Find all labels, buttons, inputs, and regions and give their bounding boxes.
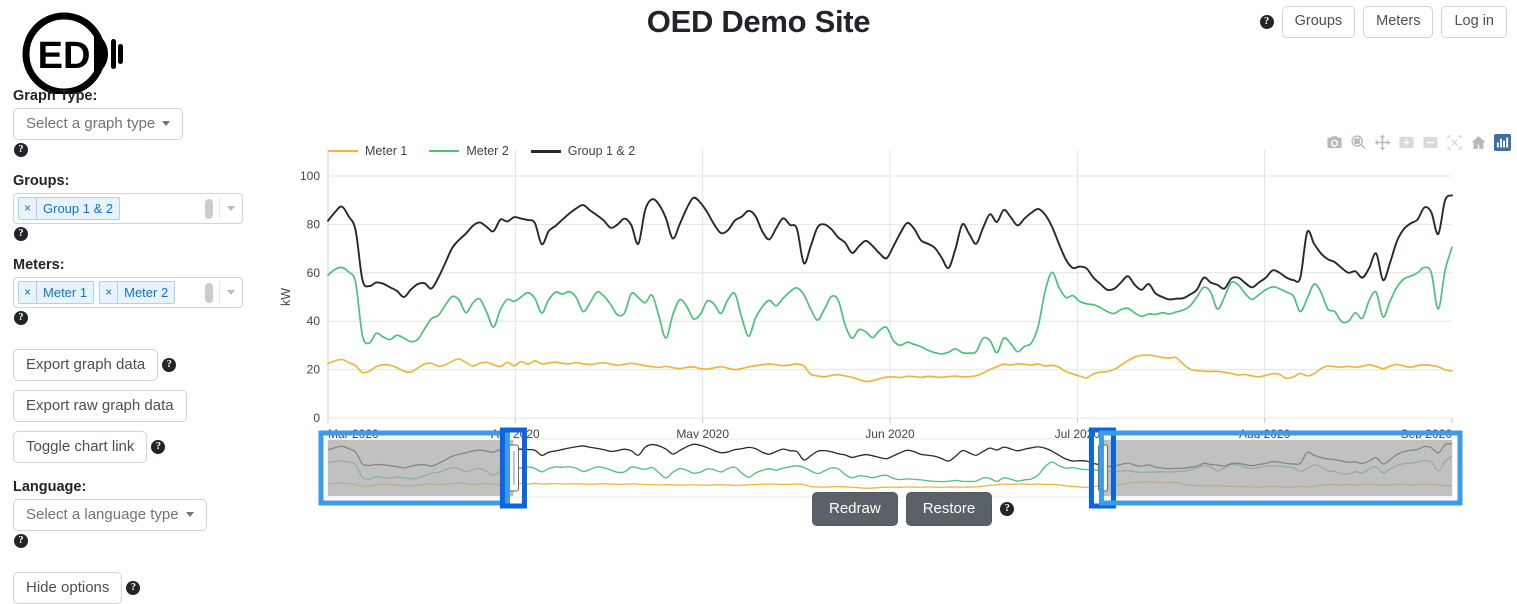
groups-token-list: × Group 1 & 2 <box>14 194 199 223</box>
graph-type-help-icon[interactable]: ? <box>14 142 28 157</box>
meters-token[interactable]: × Meter 1 <box>18 281 95 304</box>
header-actions: ? Groups Meters Log in <box>1259 6 1507 38</box>
restore-button[interactable]: Restore <box>905 492 993 526</box>
export-raw-graph-data-button[interactable]: Export raw graph data <box>13 390 187 422</box>
remove-token-icon[interactable]: × <box>19 282 38 303</box>
token-label: Meter 1 <box>43 285 88 300</box>
language-select[interactable]: Select a language type <box>13 499 207 531</box>
groups-multiselect[interactable]: × Group 1 & 2 <box>13 193 243 224</box>
language-value: Select a language type <box>26 506 179 523</box>
token-label: Meter 2 <box>124 285 169 300</box>
meters-token[interactable]: × Meter 2 <box>99 281 176 304</box>
meters-button[interactable]: Meters <box>1363 6 1434 38</box>
toggle-chart-link-help-icon[interactable]: ? <box>151 440 166 454</box>
line-chart[interactable]: Meter 1 Meter 2 Group 1 & 2 0 20 40 60 80 100 kW… <box>270 128 1517 528</box>
chevron-down-icon <box>227 290 235 295</box>
graph-type-help-row: ? <box>14 141 270 159</box>
meters-indicators <box>199 278 242 307</box>
groups-button[interactable]: Groups <box>1281 6 1356 38</box>
language-label: Language: <box>13 479 87 495</box>
token-label: Group 1 & 2 <box>43 201 114 216</box>
options-sidebar: Graph Type: Select a graph type ? Groups… <box>0 88 270 604</box>
chevron-down-icon <box>185 512 194 517</box>
log-in-button[interactable]: Log in <box>1441 6 1507 38</box>
graph-type-select[interactable]: Select a graph type <box>13 108 184 140</box>
svg-text:ED: ED <box>38 35 91 77</box>
groups-label: Groups: <box>13 173 70 189</box>
graph-type-label: Graph Type: <box>13 88 98 104</box>
groups-dropdown-arrow[interactable] <box>220 206 242 211</box>
meters-dropdown-arrow[interactable] <box>220 290 242 295</box>
groups-help-row: ? <box>14 225 270 243</box>
header-help-icon[interactable]: ? <box>1259 14 1274 29</box>
chevron-down-icon <box>162 121 171 126</box>
clear-indicator-icon[interactable] <box>205 198 213 219</box>
meters-help-icon[interactable]: ? <box>14 310 28 325</box>
redraw-button[interactable]: Redraw <box>812 492 898 526</box>
rangeslider-handle-left[interactable] <box>508 444 519 492</box>
page-header: ED OED Demo Site ? Groups Meters Log in <box>0 0 1517 96</box>
groups-token[interactable]: × Group 1 & 2 <box>18 197 121 220</box>
export-raw-row: Export raw graph data <box>0 390 270 422</box>
rangeslider-mask-left[interactable] <box>328 440 514 496</box>
meters-help-row: ? <box>14 309 270 327</box>
meters-token-list: × Meter 1 × Meter 2 <box>14 278 199 307</box>
meters-multiselect[interactable]: × Meter 1 × Meter 2 <box>13 277 243 308</box>
rangeslider-mask-right[interactable] <box>1102 440 1452 496</box>
hide-options-button[interactable]: Hide options <box>13 572 123 604</box>
meters-label: Meters: <box>13 257 65 273</box>
remove-token-icon[interactable]: × <box>19 198 38 219</box>
graph-type-value: Select a graph type <box>26 115 156 132</box>
toggle-chart-link-button[interactable]: Toggle chart link <box>13 431 148 463</box>
chart-buttons-help-icon[interactable]: ? <box>1000 502 1015 516</box>
export-graph-help-icon[interactable]: ? <box>162 358 177 372</box>
clear-indicator-icon[interactable] <box>205 282 213 303</box>
groups-help-icon[interactable]: ? <box>14 226 28 241</box>
export-graph-data-button[interactable]: Export graph data <box>13 349 159 381</box>
hide-options-row: Hide options ? <box>0 572 270 604</box>
groups-indicators <box>199 194 242 223</box>
chart-action-buttons: Redraw Restore ? <box>812 492 1015 526</box>
remove-token-icon[interactable]: × <box>100 282 119 303</box>
language-help-icon[interactable]: ? <box>14 533 28 548</box>
export-graph-row: Export graph data ? <box>0 349 270 381</box>
chevron-down-icon <box>227 206 235 211</box>
hide-options-help-icon[interactable]: ? <box>126 581 141 595</box>
toggle-chart-link-row: Toggle chart link ? <box>0 431 270 463</box>
rangeslider-canvas[interactable] <box>270 128 1517 528</box>
language-help-row: ? <box>14 532 270 550</box>
